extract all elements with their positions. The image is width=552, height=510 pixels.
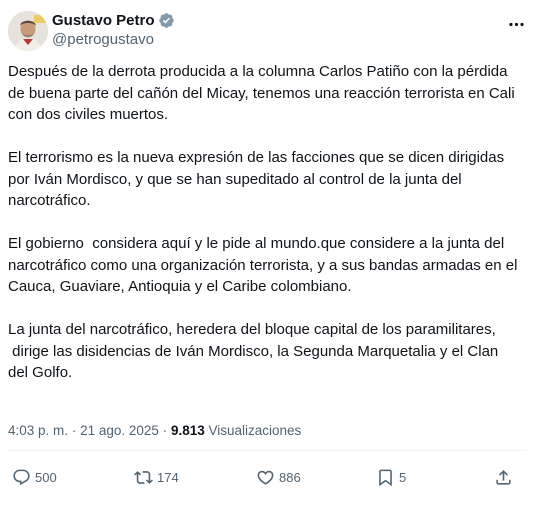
display-name[interactable]: Gustavo Petro xyxy=(52,12,155,29)
divider xyxy=(8,450,526,451)
display-name-row: Gustavo Petro xyxy=(52,10,175,30)
tweet-paragraph: El terrorismo es la nueva expresión de l… xyxy=(8,149,509,209)
tweet-paragraph: La junta del narcotráfico, heredera del … xyxy=(8,321,499,381)
verified-badge-icon[interactable] xyxy=(158,12,175,29)
tweet-paragraph: El gobierno considera aquí y le pide al … xyxy=(8,235,522,295)
tweet-paragraph: Después de la derrota producida a la col… xyxy=(8,63,519,123)
reply-count: 500 xyxy=(35,469,57,485)
more-options-icon[interactable] xyxy=(504,12,528,36)
reply-button[interactable]: 500 xyxy=(12,460,57,494)
reply-icon xyxy=(13,469,30,485)
tweet-meta: 4:03 p. m. · 21 ago. 2025 · 9.813 Visual… xyxy=(8,423,301,438)
tweet-text: Después de la derrota producida a la col… xyxy=(8,61,518,384)
bookmark-icon xyxy=(379,469,392,486)
share-icon xyxy=(496,469,511,485)
views-label: Visualizaciones xyxy=(208,423,302,438)
tweet-date[interactable]: 21 ago. 2025 xyxy=(80,423,159,438)
tweet-header: Gustavo Petro @petrogustavo xyxy=(8,10,528,54)
repost-icon xyxy=(134,470,153,484)
tweet-time[interactable]: 4:03 p. m. xyxy=(8,423,68,438)
meta-separator: · xyxy=(162,423,168,438)
heart-icon xyxy=(257,470,274,485)
bookmark-count: 5 xyxy=(399,469,407,485)
bookmark-button[interactable]: 5 xyxy=(376,460,406,494)
repost-count: 174 xyxy=(157,469,179,485)
tweet: Gustavo Petro @petrogustavo Después de l… xyxy=(0,0,552,510)
repost-button[interactable]: 174 xyxy=(134,460,179,494)
share-button[interactable] xyxy=(494,460,513,494)
author-block: Gustavo Petro @petrogustavo xyxy=(52,10,175,48)
views-count: 9.813 xyxy=(170,423,205,438)
author-handle[interactable]: @petrogustavo xyxy=(52,31,175,48)
meta-separator: · xyxy=(71,423,77,438)
like-button[interactable]: 886 xyxy=(256,460,301,494)
avatar-image xyxy=(8,11,48,51)
like-count: 886 xyxy=(279,469,301,485)
action-bar: 500 174 886 5 xyxy=(8,460,526,494)
avatar[interactable] xyxy=(8,11,48,51)
